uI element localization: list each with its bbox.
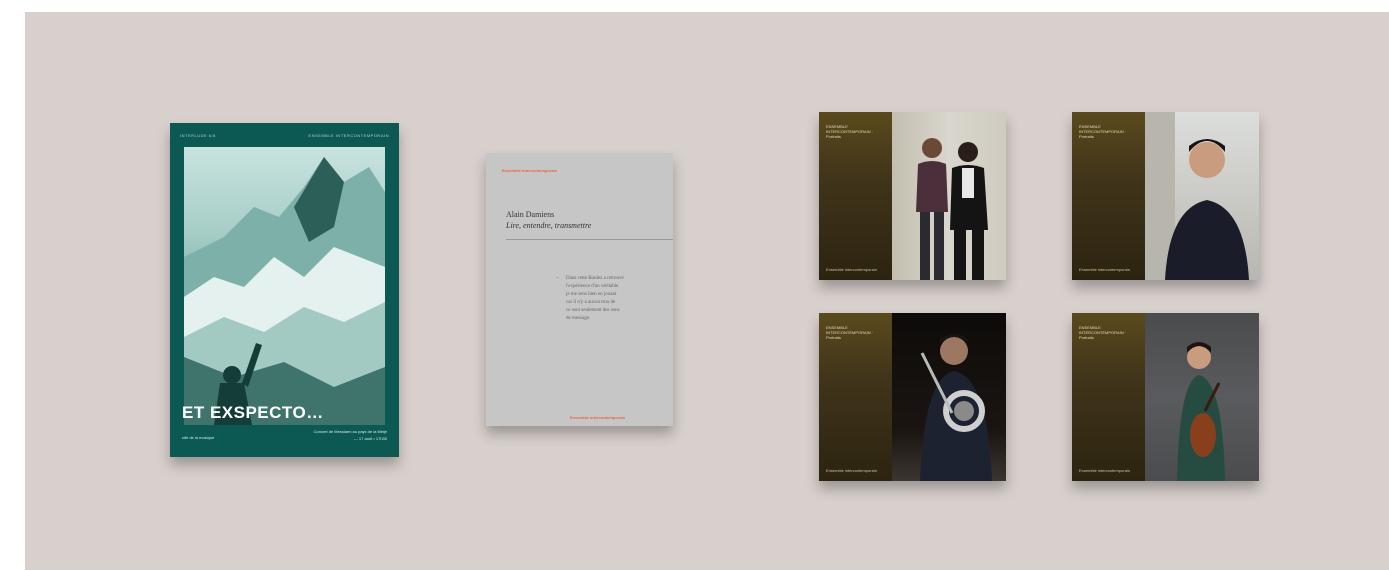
portrait-card: ENSEMBLE INTERCONTEMPORAIN · Portraits E… xyxy=(1072,112,1259,280)
portrait-photo xyxy=(1145,112,1259,280)
portrait-card: ENSEMBLE INTERCONTEMPORAIN · Portraits E… xyxy=(819,112,1006,280)
leaflet-body: Dans cette Boulez a retrouvé l'expérienc… xyxy=(566,275,673,323)
poster-header: INTERLUDE 6/8 ENSEMBLE INTERCONTEMPORAIN xyxy=(180,133,389,138)
leaflet-body-line: l'expérience d'un véritable xyxy=(566,284,619,289)
poster-date: — 17 août • 17h30 xyxy=(353,436,387,441)
leaflet-divider xyxy=(506,239,673,240)
card-bottom-text: Ensemble intercontemporain xyxy=(1079,468,1130,473)
leaflet-author: Alain Damiens xyxy=(506,210,555,219)
leaflet-body-line: de message. xyxy=(566,316,591,321)
card-bottom-text: Ensemble intercontemporain xyxy=(826,468,877,473)
card-band: ENSEMBLE INTERCONTEMPORAIN · Portraits E… xyxy=(1072,313,1145,481)
leaflet-footer: Ensemble intercontemporain xyxy=(570,415,626,420)
card-top-text: ENSEMBLE INTERCONTEMPORAIN · Portraits xyxy=(826,124,874,139)
concert-poster: INTERLUDE 6/8 ENSEMBLE INTERCONTEMPORAIN… xyxy=(170,123,399,457)
leaflet-body-line: je me sens bien en jouant xyxy=(566,292,617,297)
leaflet-dash: – xyxy=(556,275,559,281)
leaflet-body-line: ce sont seulement des sons xyxy=(566,308,620,313)
card-bottom-text: Ensemble intercontemporain xyxy=(826,267,877,272)
card-band: ENSEMBLE INTERCONTEMPORAIN · Portraits E… xyxy=(819,313,892,481)
card-top-text: ENSEMBLE INTERCONTEMPORAIN · Portraits xyxy=(1079,325,1127,340)
program-leaflet: Ensemble intercontemporain Alain Damiens… xyxy=(486,153,673,426)
portrait-card: ENSEMBLE INTERCONTEMPORAIN · Portraits E… xyxy=(1072,313,1259,481)
leaflet-body-line: car il n'y a aucun trou de xyxy=(566,300,616,305)
mountain-photo xyxy=(184,147,385,425)
poster-logo: cité de la musique xyxy=(182,435,215,440)
card-top-text: ENSEMBLE INTERCONTEMPORAIN · Portraits xyxy=(826,325,874,340)
card-band: ENSEMBLE INTERCONTEMPORAIN · Portraits E… xyxy=(1072,112,1145,280)
leaflet-work-title: Lire, entendre, transmettre xyxy=(506,221,592,230)
portrait-photo xyxy=(892,112,1006,280)
portrait-card: ENSEMBLE INTERCONTEMPORAIN · Portraits E… xyxy=(819,313,1006,481)
leaflet-body-line: Dans cette Boulez a retrouvé xyxy=(566,276,624,281)
poster-subtitle: Concert de Messiaen au pays de la Meije xyxy=(313,429,387,434)
poster-title: ET EXSPECTO… xyxy=(182,403,324,422)
portrait-photo xyxy=(892,313,1006,481)
poster-header-left: INTERLUDE 6/8 xyxy=(180,133,216,138)
card-bottom-text: Ensemble intercontemporain xyxy=(1079,267,1130,272)
card-band: ENSEMBLE INTERCONTEMPORAIN · Portraits E… xyxy=(819,112,892,280)
poster-header-right: ENSEMBLE INTERCONTEMPORAIN xyxy=(308,133,389,138)
portrait-photo xyxy=(1145,313,1259,481)
leaflet-brand: Ensemble intercontemporain xyxy=(502,168,558,173)
card-top-text: ENSEMBLE INTERCONTEMPORAIN · Portraits xyxy=(1079,124,1127,139)
